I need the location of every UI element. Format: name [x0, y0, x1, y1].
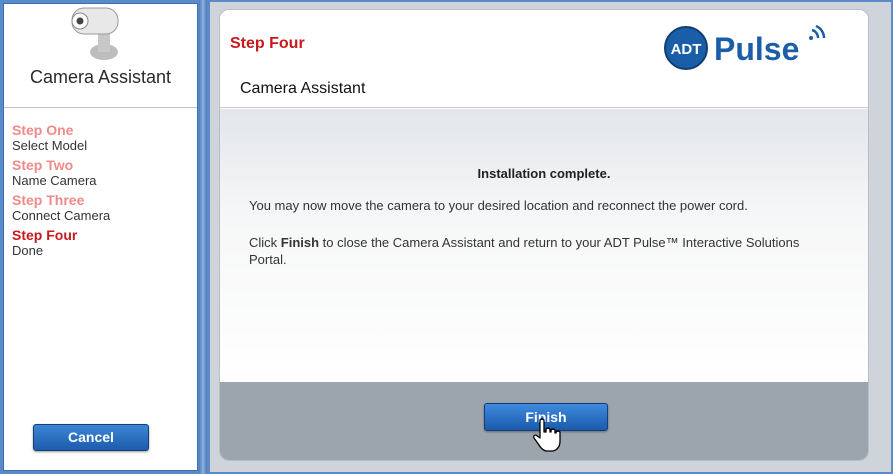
step-name: Step One — [12, 122, 74, 138]
finish-keyword: Finish — [280, 235, 320, 250]
step-list: Step One Select Model Step Two Name Came… — [12, 122, 110, 262]
adt-pulse-logo: ADT Pulse — [664, 24, 826, 70]
logo-text: Pulse — [714, 31, 799, 67]
cancel-button[interactable]: Cancel — [33, 424, 149, 451]
step-item-one: Step One Select Model — [12, 122, 110, 154]
step-sub: Connect Camera — [12, 208, 111, 223]
panel-body: Installation complete. You may now move … — [220, 109, 868, 382]
step-name-active: Step Four — [12, 227, 78, 243]
sidebar-title: Camera Assistant — [29, 67, 172, 87]
sidebar: Camera Assistant Step One Select Model S… — [3, 3, 198, 471]
instruction-text: You may now move the camera to your desi… — [249, 198, 748, 213]
step-sub: Name Camera — [12, 173, 97, 188]
logo-badge-text: ADT — [671, 41, 702, 58]
pane-divider — [199, 0, 207, 474]
sidebar-header: Camera Assistant — [4, 4, 197, 108]
step-item-two: Step Two Name Camera — [12, 157, 110, 189]
step-item-three: Step Three Connect Camera — [12, 192, 110, 224]
step-sub: Done — [12, 243, 44, 258]
content-panel: Step Four Camera Assistant ADT Pulse Ins… — [219, 9, 869, 461]
step-sub: Select Model — [12, 138, 88, 153]
text-segment: Click — [249, 235, 281, 250]
completion-heading: Installation complete. — [477, 166, 611, 181]
panel-header: Step Four Camera Assistant ADT Pulse — [220, 10, 868, 108]
step-name: Step Two — [12, 157, 74, 173]
step-title: Step Four — [230, 35, 305, 52]
hand-cursor-icon — [533, 418, 561, 452]
camera-icon — [71, 7, 119, 60]
step-name: Step Three — [12, 192, 85, 208]
main-area: Step Four Camera Assistant ADT Pulse Ins… — [210, 2, 891, 472]
panel-subtitle: Camera Assistant — [240, 80, 366, 97]
text-segment: to close the Camera Assistant and return… — [249, 235, 800, 267]
finish-instruction-text: Click Finish to close the Camera Assista… — [249, 234, 832, 268]
panel-footer: Finish — [220, 382, 868, 460]
step-item-four: Step Four Done — [12, 227, 110, 259]
